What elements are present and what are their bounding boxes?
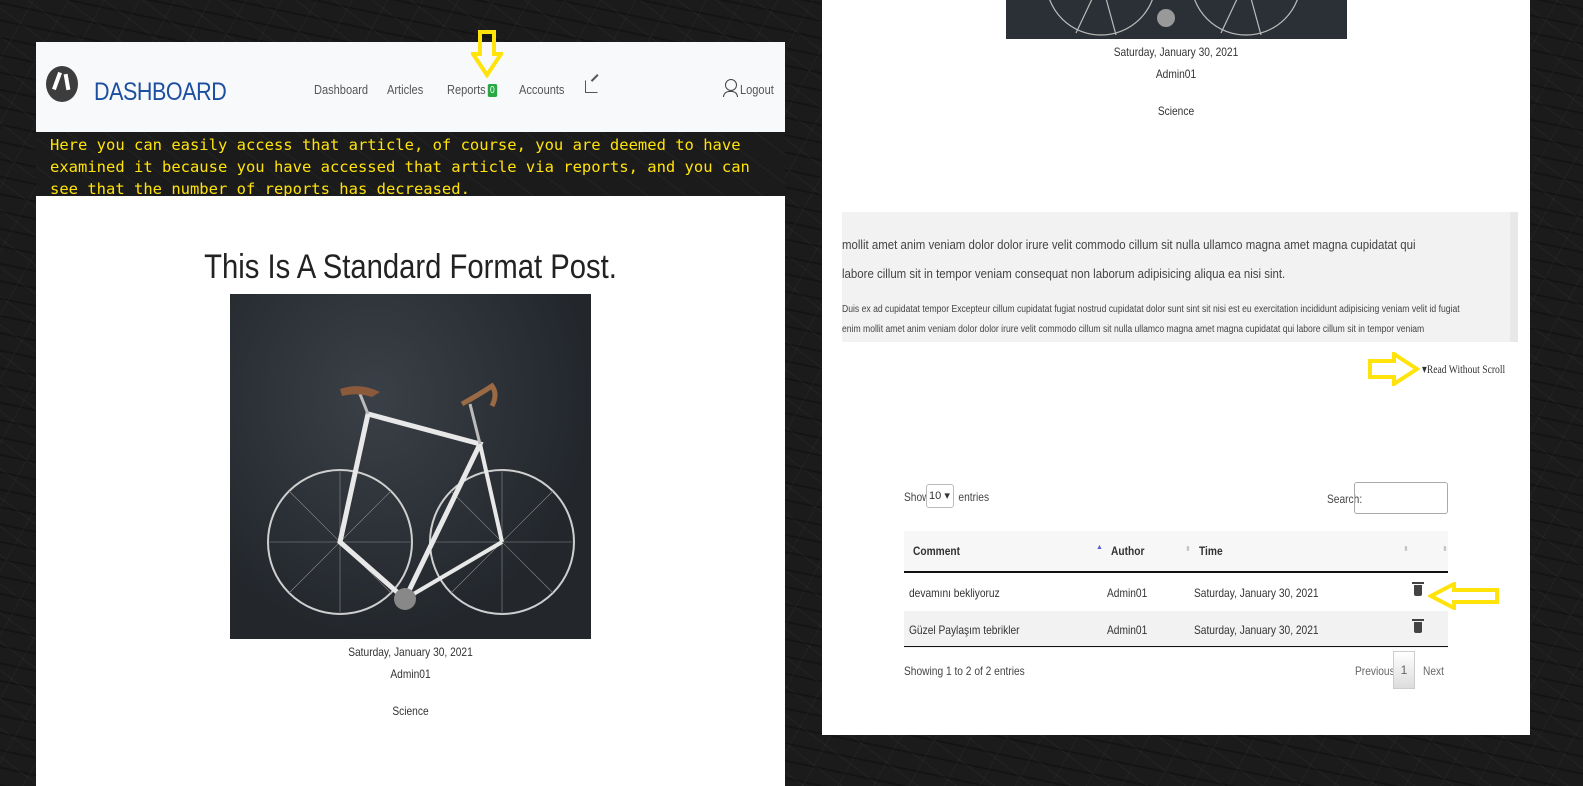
post-author: Admin01 <box>390 667 431 681</box>
article-scroll-area[interactable]: mollit amet anim veniam dolor dolor irur… <box>842 212 1518 342</box>
arrow-right-annotation-icon <box>1368 352 1420 386</box>
nav-accounts[interactable]: Accounts <box>519 82 564 97</box>
trash-icon[interactable] <box>1412 619 1424 633</box>
comment-cell: Güzel Paylaşım tebrikler <box>909 623 1020 637</box>
article-paragraph-1: mollit amet anim veniam dolor dolor irur… <box>842 237 1416 281</box>
sort-icon: ⬍ <box>1185 546 1191 553</box>
post-category: Science <box>1157 104 1195 118</box>
previous-button[interactable]: Previous <box>1355 664 1395 678</box>
nav-reports-label: Reports <box>447 82 486 97</box>
left-panel: DASHBOARD Dashboard Articles Reports 0 Ac… <box>36 42 785 786</box>
column-author[interactable]: Author <box>1111 544 1144 558</box>
search-input[interactable] <box>1354 482 1448 514</box>
post-author: Admin01 <box>1155 67 1197 81</box>
time-cell: Saturday, January 30, 2021 <box>1194 623 1319 637</box>
scrollbar-thumb[interactable] <box>1512 227 1518 247</box>
nav-articles[interactable]: Articles <box>387 82 423 97</box>
author-cell: Admin01 <box>1107 586 1148 600</box>
article-paragraph-2: Duis ex ad cupidatat tempor Excepteur ci… <box>842 304 1460 335</box>
entries-select-value: 10 <box>929 490 942 502</box>
read-without-scroll-link[interactable]: ▾Read Without Scroll <box>1422 362 1505 377</box>
table-row: Güzel Paylaşım tebrikler Admin01 Saturda… <box>904 611 1448 648</box>
user-icon <box>723 79 738 97</box>
bicycle-image-icon <box>1049 0 1298 36</box>
sort-icon: ⬍ <box>1403 546 1409 553</box>
table-info: Showing 1 to 2 of 2 entries <box>904 664 1025 678</box>
nav-dashboard[interactable]: Dashboard <box>314 82 368 97</box>
nav-reports[interactable]: Reports 0 <box>447 82 498 98</box>
sort-icon: ⬍ <box>1442 546 1448 553</box>
external-link-icon[interactable] <box>585 80 598 93</box>
time-cell: Saturday, January 30, 2021 <box>1194 586 1319 600</box>
page-1-button[interactable]: 1 <box>1393 651 1415 689</box>
table-header <box>904 531 1448 571</box>
column-time[interactable]: Time <box>1199 544 1223 558</box>
arrow-down-annotation-icon <box>471 30 503 78</box>
post-title: This Is A Standard Format Post. <box>204 248 617 286</box>
entries-select[interactable]: 10 ▾ <box>926 484 954 508</box>
post-image <box>230 294 591 639</box>
post-date: Saturday, January 30, 2021 <box>348 645 473 659</box>
table-row: devamını bekliyoruz Admin01 Saturday, Ja… <box>904 574 1448 611</box>
annotation-caption: Here you can easily access that article,… <box>50 136 750 196</box>
entries-label: entries <box>958 490 990 504</box>
comment-cell: devamını bekliyoruz <box>909 586 1000 600</box>
chevron-down-icon: ▾ <box>944 490 950 502</box>
bicycle-image-icon <box>267 382 575 615</box>
reports-count-badge: 0 <box>487 84 498 98</box>
post-image-cropped <box>1006 0 1347 39</box>
post-date: Saturday, January 30, 2021 <box>1113 45 1239 59</box>
post-category: Science <box>392 704 429 718</box>
logout-link[interactable]: Logout <box>740 82 774 97</box>
next-button[interactable]: Next <box>1423 664 1444 678</box>
author-cell: Admin01 <box>1107 623 1148 637</box>
sort-asc-icon: ▲ <box>1096 544 1103 551</box>
annotation-box: Here you can easily access that article,… <box>36 132 785 196</box>
dashboard-logo-icon[interactable] <box>46 66 78 102</box>
brand-title[interactable]: DASHBOARD <box>94 78 227 107</box>
trash-icon[interactable] <box>1412 582 1424 596</box>
navbar: DASHBOARD Dashboard Articles Reports 0 Ac… <box>36 42 785 132</box>
table-bottom-divider <box>904 646 1448 647</box>
header-divider <box>904 571 1448 573</box>
column-comment[interactable]: Comment <box>913 544 960 558</box>
right-panel: Saturday, January 30, 2021 Admin01 Scien… <box>822 0 1530 735</box>
arrow-left-annotation-icon <box>1428 582 1499 610</box>
